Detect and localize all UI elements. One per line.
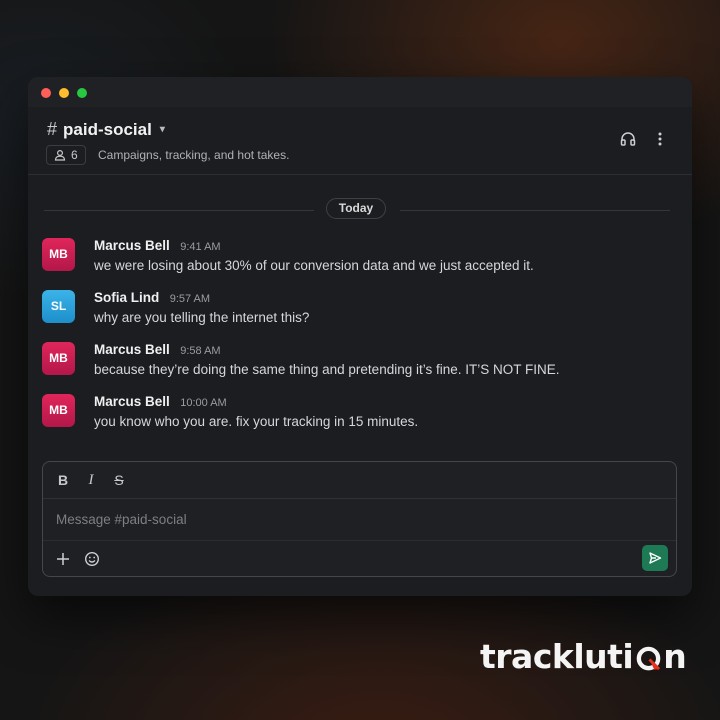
minimize-window-button[interactable] [59, 88, 69, 98]
message-text: you know who you are. fix your tracking … [94, 414, 419, 429]
message-author[interactable]: Marcus Bell [94, 238, 170, 253]
zoom-window-button[interactable] [77, 88, 87, 98]
brand-logo: trackluti n [480, 637, 687, 676]
composer-actions [43, 542, 676, 576]
send-icon [649, 552, 662, 564]
send-button[interactable] [642, 545, 668, 571]
message-author[interactable]: Marcus Bell [94, 394, 170, 409]
bold-button[interactable]: B [53, 470, 73, 490]
italic-button[interactable]: I [81, 470, 101, 490]
avatar[interactable]: MB [42, 342, 75, 375]
message-timestamp[interactable]: 9:58 AM [180, 345, 220, 357]
channel-header: # paid-social ▾ 6 Campaigns, tracking, a… [28, 107, 692, 175]
channel-name-button[interactable]: # paid-social ▾ [47, 119, 165, 140]
channel-name: paid-social [63, 119, 152, 139]
message-timestamp[interactable]: 9:57 AM [170, 293, 210, 305]
message-text: because they’re doing the same thing and… [94, 362, 560, 377]
message-author[interactable]: Marcus Bell [94, 342, 170, 357]
logo-text: trackluti [480, 637, 634, 676]
chat-window: # paid-social ▾ 6 Campaigns, tracking, a… [28, 77, 692, 596]
chevron-down-icon: ▾ [159, 124, 165, 135]
hash-icon: # [47, 119, 58, 139]
message-timestamp[interactable]: 10:00 AM [180, 397, 226, 409]
date-divider-line [44, 210, 314, 211]
avatar[interactable]: SL [42, 290, 75, 323]
date-divider[interactable]: Today [326, 198, 386, 219]
message-text: why are you telling the internet this? [94, 310, 310, 325]
avatar[interactable]: MB [42, 394, 75, 427]
more-vertical-icon[interactable] [650, 129, 670, 149]
logo-text: n [663, 637, 687, 676]
target-o-icon [636, 646, 661, 671]
message-input[interactable] [43, 499, 676, 541]
formatting-toolbar: B I S [43, 462, 676, 499]
date-divider-line [400, 210, 670, 211]
title-bar [28, 77, 692, 107]
message: MB Marcus Bell 9:41 AM we were losing ab… [42, 237, 662, 277]
member-count-button[interactable]: 6 [46, 145, 86, 165]
close-window-button[interactable] [41, 88, 51, 98]
message-author[interactable]: Sofia Lind [94, 290, 159, 305]
avatar[interactable]: MB [42, 238, 75, 271]
message: MB Marcus Bell 9:58 AM because they’re d… [42, 341, 662, 381]
message: MB Marcus Bell 10:00 AM you know who you… [42, 393, 662, 433]
channel-topic: Campaigns, tracking, and hot takes. [98, 148, 290, 162]
plus-icon[interactable] [52, 548, 74, 570]
person-icon [54, 149, 66, 161]
message-text: we were losing about 30% of our conversi… [94, 258, 534, 273]
message-timestamp[interactable]: 9:41 AM [180, 241, 220, 253]
strikethrough-button[interactable]: S [109, 470, 129, 490]
member-count: 6 [71, 148, 78, 162]
headphones-icon[interactable] [618, 129, 638, 149]
message: SL Sofia Lind 9:57 AM why are you tellin… [42, 289, 662, 329]
emoji-icon[interactable] [81, 548, 103, 570]
message-composer: B I S [42, 461, 677, 577]
